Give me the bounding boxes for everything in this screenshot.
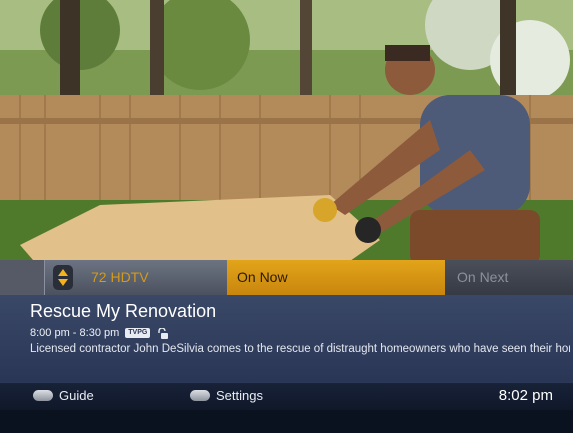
footer-shade (0, 410, 573, 433)
channel-down-arrow[interactable] (58, 279, 68, 286)
channel-name: 72 HDTV (91, 269, 149, 285)
up-down-arrows-icon[interactable] (53, 265, 73, 290)
program-title: Rescue My Renovation (30, 301, 217, 321)
program-time: 8:00 pm - 8:30 pm (30, 327, 120, 339)
settings-button[interactable]: Settings (190, 388, 263, 403)
program-description: Licensed contractor John DeSilvia comes … (30, 343, 570, 355)
tab-on-next-label: On Next (457, 269, 509, 285)
live-video (0, 0, 573, 295)
tab-on-now-label: On Now (237, 269, 288, 285)
bottom-bar: Guide Settings 8:02 pm (0, 382, 573, 411)
tab-on-now[interactable]: On Now (227, 260, 445, 295)
rating-badge: TVPG (125, 328, 151, 338)
settings-label: Settings (216, 388, 263, 403)
lock-icon (158, 327, 169, 339)
menu-button-icon (190, 390, 210, 401)
guide-label: Guide (59, 388, 94, 403)
guide-button-icon (33, 390, 53, 401)
channel-strip: 72 HDTV On Now On Next (0, 260, 573, 295)
clock: 8:02 pm (498, 387, 553, 404)
channel-up-arrow[interactable] (58, 269, 68, 276)
channel-selector[interactable]: 72 HDTV (44, 260, 228, 295)
strip-left-cap (0, 260, 44, 295)
program-meta: 8:00 pm - 8:30 pm TVPG (30, 327, 169, 339)
guide-button[interactable]: Guide (33, 388, 94, 403)
program-info-panel: Rescue My Renovation 8:00 pm - 8:30 pm T… (0, 295, 573, 382)
tab-on-next[interactable]: On Next (445, 260, 573, 295)
